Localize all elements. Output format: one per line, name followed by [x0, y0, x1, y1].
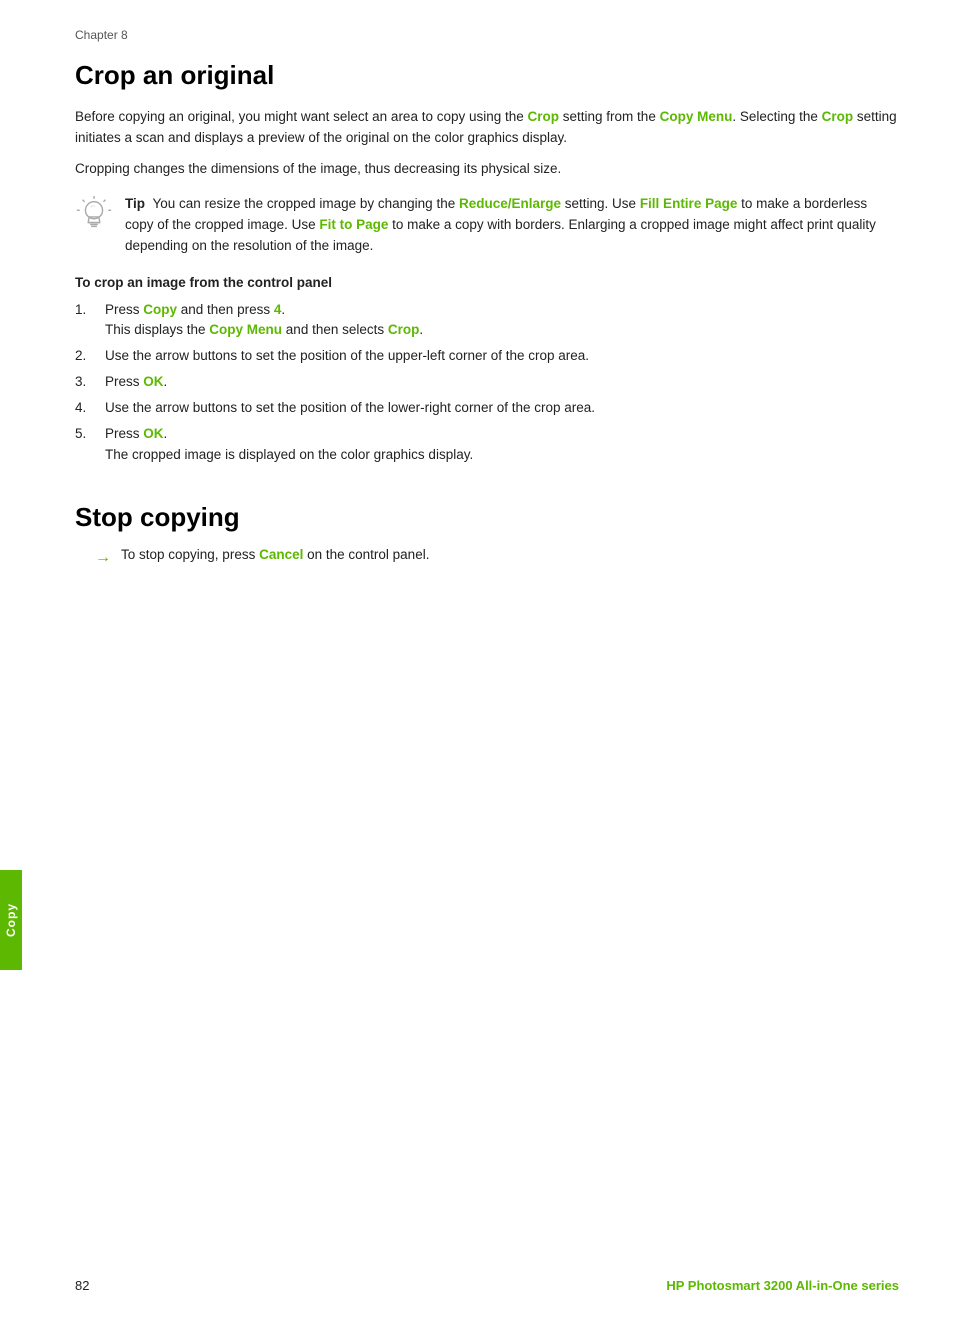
main-content: Crop an original Before copying an origi… — [75, 60, 899, 571]
footer: 82 HP Photosmart 3200 All-in-One series — [75, 1278, 899, 1293]
step-5: 5. Press OK. The cropped image is displa… — [75, 424, 899, 466]
step-5-sub: The cropped image is displayed on the co… — [105, 445, 899, 466]
step-5-content: Press OK. The cropped image is displayed… — [105, 424, 899, 466]
step-5-ok-link: OK — [143, 426, 163, 441]
step-2-content: Use the arrow buttons to set the positio… — [105, 346, 899, 367]
step-1-copy-menu-link: Copy Menu — [209, 322, 282, 337]
crop-link-2: Crop — [822, 109, 854, 124]
cancel-link: Cancel — [259, 547, 303, 562]
step-1: 1. Press Copy and then press 4. This dis… — [75, 300, 899, 342]
step-4-content: Use the arrow buttons to set the positio… — [105, 398, 899, 419]
stop-arrow-item: → To stop copying, press Cancel on the c… — [95, 545, 899, 571]
crop-section-title: Crop an original — [75, 60, 899, 91]
step-5-num: 5. — [75, 424, 105, 445]
tip-box: Tip You can resize the cropped image by … — [75, 194, 899, 257]
crop-para1: Before copying an original, you might wa… — [75, 107, 899, 149]
footer-page-number: 82 — [75, 1278, 89, 1293]
step-2-num: 2. — [75, 346, 105, 367]
step-1-sub: This displays the Copy Menu and then sel… — [105, 320, 899, 341]
reduce-enlarge-link: Reduce/Enlarge — [459, 196, 561, 211]
page-container: Chapter 8 Copy Crop an original Before c… — [0, 0, 954, 1321]
fit-to-page-link: Fit to Page — [319, 217, 388, 232]
step-1-crop-link: Crop — [388, 322, 420, 337]
step-4: 4. Use the arrow buttons to set the posi… — [75, 398, 899, 419]
footer-product-name: HP Photosmart 3200 All-in-One series — [666, 1278, 899, 1293]
step-3-content: Press OK. — [105, 372, 899, 393]
stop-text: To stop copying, press Cancel on the con… — [121, 545, 429, 566]
copy-menu-link-1: Copy Menu — [660, 109, 733, 124]
step-4-num: 4. — [75, 398, 105, 419]
side-tab: Copy — [0, 870, 22, 970]
step-3-ok-link: OK — [143, 374, 163, 389]
arrow-icon: → — [95, 546, 111, 571]
tip-label: Tip — [125, 196, 145, 211]
chapter-label: Chapter 8 — [75, 28, 128, 42]
step-2: 2. Use the arrow buttons to set the posi… — [75, 346, 899, 367]
crop-steps-list: 1. Press Copy and then press 4. This dis… — [75, 300, 899, 466]
step-1-4-link: 4 — [274, 302, 282, 317]
crop-link-1: Crop — [528, 109, 560, 124]
crop-sub-heading: To crop an image from the control panel — [75, 275, 899, 290]
step-1-content: Press Copy and then press 4. This displa… — [105, 300, 899, 342]
crop-para2: Cropping changes the dimensions of the i… — [75, 159, 899, 180]
step-1-num: 1. — [75, 300, 105, 321]
step-3: 3. Press OK. — [75, 372, 899, 393]
tip-lightbulb-icon — [75, 196, 115, 236]
side-tab-label: Copy — [4, 903, 18, 937]
step-3-num: 3. — [75, 372, 105, 393]
stop-section-title: Stop copying — [75, 502, 899, 533]
fill-entire-page-link: Fill Entire Page — [640, 196, 738, 211]
tip-text: Tip You can resize the cropped image by … — [125, 194, 899, 257]
step-1-copy-link: Copy — [143, 302, 177, 317]
